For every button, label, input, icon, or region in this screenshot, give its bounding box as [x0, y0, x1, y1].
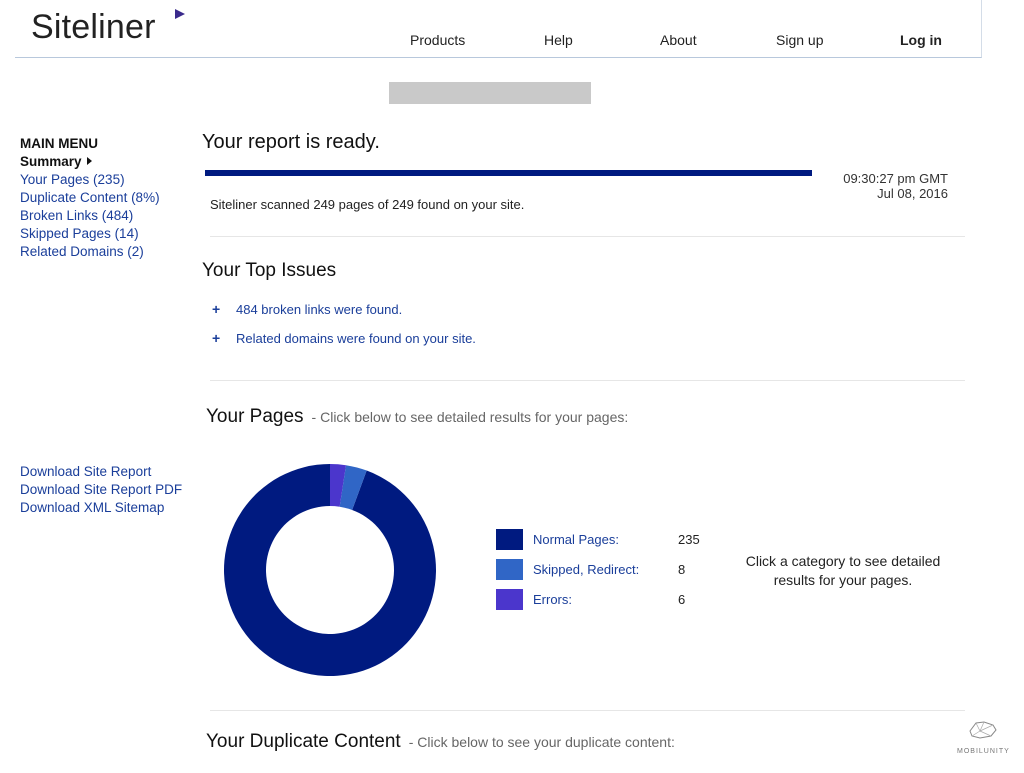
menu-item-broken-links[interactable]: Broken Links (484) [20, 207, 200, 225]
scan-progress-bar [205, 170, 812, 176]
divider [210, 380, 965, 381]
category-hint: Click a category to see detailed results… [745, 553, 941, 588]
duplicate-content-heading: Your Duplicate Content - Click below to s… [206, 731, 675, 753]
menu-item-your-pages[interactable]: Your Pages (235) [20, 171, 200, 189]
mobilunity-watermark: MOBILUNITY [957, 719, 1010, 755]
divider [210, 710, 965, 711]
legend-swatch-skipped [496, 559, 523, 580]
legend-label-errors: Errors: [533, 592, 572, 607]
menu-item-duplicate-content[interactable]: Duplicate Content (8%) [20, 189, 200, 207]
sidebar-menu: MAIN MENU Summary Your Pages (235) Dupli… [20, 135, 200, 261]
issue-broken-links[interactable]: +484 broken links were found. [212, 301, 402, 317]
menu-heading: MAIN MENU [20, 136, 98, 151]
menu-item-summary[interactable]: Summary [20, 153, 200, 171]
divider [210, 236, 965, 237]
nav-signup[interactable]: Sign up [776, 32, 823, 48]
download-xml-sitemap-link[interactable]: Download XML Sitemap [20, 499, 182, 517]
report-timestamp: 09:30:27 pm GMT Jul 08, 2016 [820, 171, 948, 201]
redacted-site-url [389, 82, 591, 104]
pages-donut-chart[interactable] [222, 462, 438, 678]
your-pages-title: Your Pages [206, 406, 304, 427]
logo-flag-icon [175, 9, 185, 19]
legend-label-normal: Normal Pages: [533, 532, 619, 547]
download-links: Download Site Report Download Site Repor… [20, 463, 182, 517]
nav-products[interactable]: Products [410, 32, 465, 48]
whale-icon [969, 721, 997, 739]
nav-login[interactable]: Log in [900, 32, 942, 48]
menu-item-related-domains[interactable]: Related Domains (2) [20, 243, 200, 261]
top-header: Siteliner Products Help About Sign up Lo… [15, 0, 982, 58]
caret-right-icon [86, 157, 92, 165]
menu-item-skipped-pages[interactable]: Skipped Pages (14) [20, 225, 200, 243]
legend-label-skipped: Skipped, Redirect: [533, 562, 640, 577]
watermark-text: MOBILUNITY [957, 748, 1010, 755]
nav-about[interactable]: About [660, 32, 697, 48]
download-site-report-pdf-link[interactable]: Download Site Report PDF [20, 481, 182, 499]
legend-value-skipped: 8 [678, 562, 686, 577]
issue-related-domains-label: Related domains were found on your site. [236, 331, 476, 346]
issue-related-domains[interactable]: + Related domains were found on your site… [212, 330, 476, 346]
top-issues-title: Your Top Issues [202, 260, 337, 281]
legend-value-errors: 6 [678, 592, 686, 607]
issue-broken-links-label: 484 broken links were found. [236, 302, 403, 317]
scan-summary: Siteliner scanned 249 pages of 249 found… [210, 197, 525, 212]
report-title: Your report is ready. [202, 131, 380, 153]
your-pages-heading: Your Pages - Click below to see detailed … [206, 406, 628, 428]
duplicate-content-subtitle: - Click below to see your duplicate cont… [408, 734, 675, 750]
menu-item-summary-label: Summary [20, 154, 82, 169]
duplicate-content-title: Your Duplicate Content [206, 731, 401, 752]
legend-value-normal: 235 [678, 532, 700, 547]
your-pages-subtitle: - Click below to see detailed results fo… [311, 409, 629, 425]
download-site-report-link[interactable]: Download Site Report [20, 463, 182, 481]
plus-icon: + [212, 330, 221, 346]
report-time: 09:30:27 pm GMT [843, 171, 948, 186]
siteliner-logo[interactable]: Siteliner [31, 8, 156, 47]
legend-swatch-normal [496, 529, 523, 550]
legend-swatch-errors [496, 589, 523, 610]
plus-icon: + [212, 301, 221, 317]
nav-help[interactable]: Help [544, 32, 573, 48]
report-date: Jul 08, 2016 [877, 186, 948, 201]
